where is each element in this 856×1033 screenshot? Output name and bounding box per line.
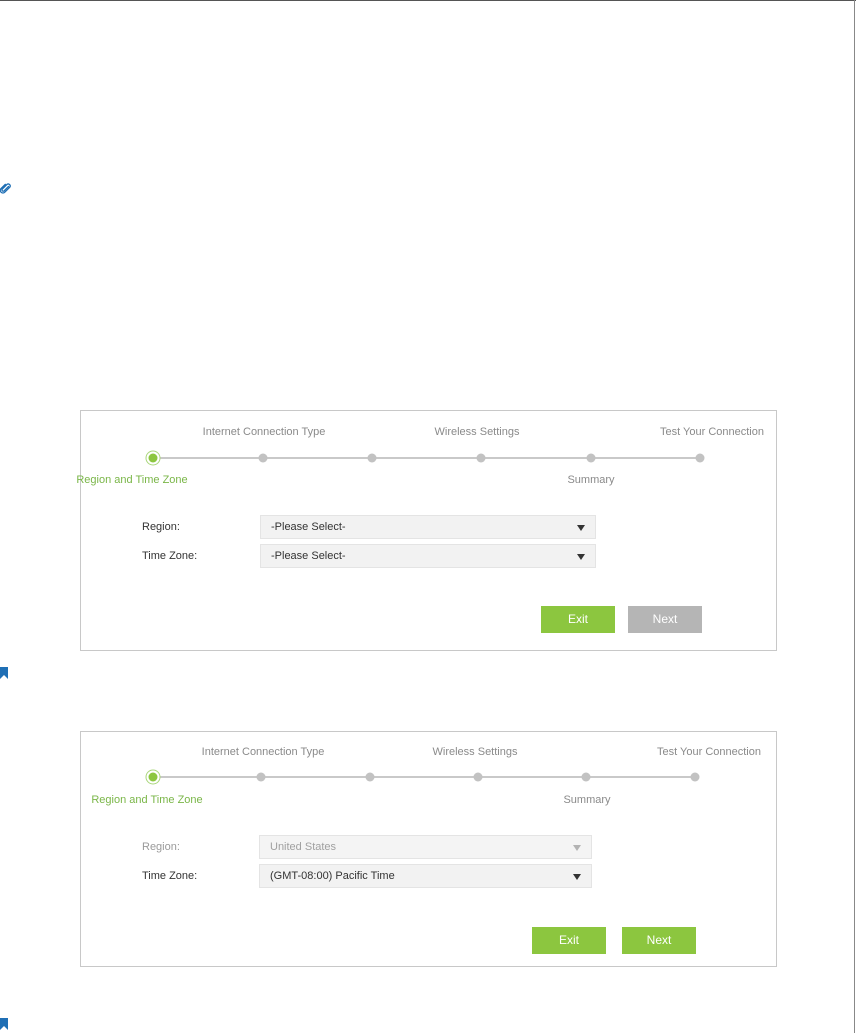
region-select[interactable]: -Please Select- [260, 515, 596, 539]
step-wireless-settings: Wireless Settings [432, 746, 518, 758]
step-dot [476, 453, 486, 463]
page-edge [854, 0, 855, 1033]
step-dot [690, 772, 700, 782]
timezone-select[interactable]: (GMT-08:00) Pacific Time [259, 864, 592, 888]
step-dot-active [148, 453, 158, 463]
region-select[interactable]: United States [259, 835, 592, 859]
timezone-select-value: -Please Select- [271, 550, 346, 562]
setup-wizard-panel-2: Internet Connection Type Wireless Settin… [80, 731, 777, 967]
step-test-your-connection: Test Your Connection [657, 746, 761, 758]
region-label: Region: [142, 521, 180, 533]
region-label: Region: [142, 841, 180, 853]
timezone-select-value: (GMT-08:00) Pacific Time [270, 870, 395, 882]
step-dot [695, 453, 705, 463]
next-button[interactable]: Next [622, 927, 696, 954]
step-summary: Summary [567, 474, 615, 486]
chevron-down-icon [577, 554, 585, 560]
timezone-label: Time Zone: [142, 550, 198, 562]
exit-button[interactable]: Exit [541, 606, 615, 633]
step-dot-active [148, 772, 158, 782]
step-internet-connection-type: Internet Connection Type [202, 426, 326, 438]
step-region-and-time-zone: Region and Time Zone [91, 794, 203, 806]
paperclip-icon [0, 183, 11, 194]
bookmark-icon [0, 667, 8, 679]
step-dot [581, 772, 591, 782]
bookmark-icon [0, 1018, 8, 1030]
progress-track [153, 457, 701, 459]
setup-wizard-panel-1: Internet Connection Type Wireless Settin… [76, 410, 777, 651]
progress-track [153, 776, 695, 778]
step-dot [586, 453, 596, 463]
step-dot [473, 772, 483, 782]
step-internet-connection-type: Internet Connection Type [201, 746, 325, 758]
top-rule [0, 0, 856, 1]
exit-button[interactable]: Exit [532, 927, 606, 954]
step-dot [365, 772, 375, 782]
step-dot [258, 453, 268, 463]
step-test-your-connection: Test Your Connection [660, 426, 764, 438]
region-select-value: -Please Select- [271, 521, 346, 533]
step-region-and-time-zone: Region and Time Zone [76, 474, 188, 486]
timezone-label: Time Zone: [142, 870, 198, 882]
chevron-down-icon [573, 874, 581, 880]
step-wireless-settings: Wireless Settings [434, 426, 520, 438]
timezone-select[interactable]: -Please Select- [260, 544, 596, 568]
step-summary: Summary [563, 794, 611, 806]
region-select-value: United States [270, 841, 337, 853]
step-dot [367, 453, 377, 463]
chevron-down-icon [577, 525, 585, 531]
step-dot [256, 772, 266, 782]
next-button[interactable]: Next [628, 606, 702, 633]
chevron-down-icon [573, 845, 581, 851]
